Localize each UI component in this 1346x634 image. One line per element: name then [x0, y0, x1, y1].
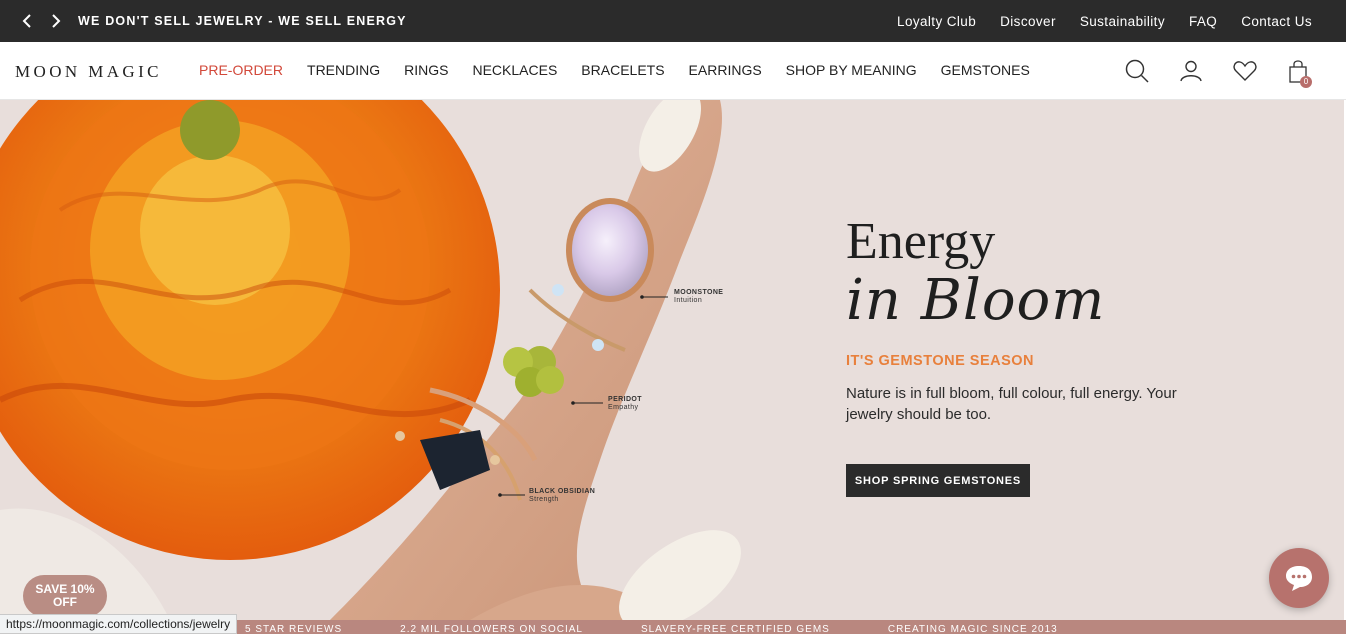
logo[interactable]: MOON MAGIC	[15, 62, 162, 82]
hero-title: Energy	[846, 213, 996, 270]
callout-moonstone-meaning: Intuition	[674, 297, 703, 304]
usp-item: 5 STAR REVIEWS	[245, 624, 343, 634]
top-link-loyalty-club[interactable]: Loyalty Club	[897, 14, 976, 29]
callout-peridot: PERIDOT Empathy	[608, 396, 642, 412]
callout-black-obsidian-stone: BLACK OBSIDIAN	[529, 488, 596, 495]
announcement-text: WE DON'T SELL JEWELRY - WE SELL ENERGY	[78, 14, 407, 28]
nav-item-gemstones[interactable]: GEMSTONES	[941, 62, 1030, 78]
nav-item-rings[interactable]: RINGS	[404, 62, 448, 78]
nav-item-necklaces[interactable]: NECKLACES	[472, 62, 557, 78]
usp-item: CREATING MAGIC SINCE 2013	[887, 624, 1058, 634]
nav-item-bracelets[interactable]: BRACELETS	[581, 62, 664, 78]
usp-item: 2.2 MIL FOLLOWERS ON SOCIAL	[400, 624, 583, 634]
hero-eyebrow: IT'S GEMSTONE SEASON	[846, 352, 1035, 369]
top-link-contact-us[interactable]: Contact Us	[1241, 14, 1312, 29]
main-nav: PRE-ORDER TRENDING RINGS NECKLACES BRACE…	[199, 62, 1030, 78]
nav-item-shop-by-meaning[interactable]: SHOP BY MEANING	[786, 62, 917, 78]
callout-moonstone-stone: MOONSTONE	[674, 289, 724, 296]
usp-item: SLAVERY-FREE CERTIFIED GEMS	[640, 624, 830, 634]
search-icon[interactable]	[1124, 58, 1150, 84]
shop-spring-gemstones-button[interactable]: SHOP SPRING GEMSTONES	[846, 464, 1030, 497]
callout-black-obsidian: BLACK OBSIDIAN Strength	[529, 488, 595, 504]
hero-banner: MOONSTONE Intuition PERIDOT Empathy BLAC…	[0, 100, 1344, 620]
callout-peridot-stone: PERIDOT	[608, 396, 642, 403]
hero-copy: Energy in Bloom IT'S GEMSTONE SEASON Nat…	[846, 213, 1226, 497]
callout-moonstone: MOONSTONE Intuition	[674, 289, 723, 305]
callout-black-obsidian-meaning: Strength	[529, 496, 559, 503]
top-links: Loyalty Club Discover Sustainability FAQ…	[897, 14, 1312, 29]
top-link-discover[interactable]: Discover	[1000, 14, 1056, 29]
cart-bag-icon[interactable]: 0	[1286, 58, 1312, 88]
wishlist-heart-icon[interactable]	[1232, 58, 1258, 84]
account-icon[interactable]	[1178, 58, 1204, 84]
hero-image	[0, 100, 741, 620]
chat-bubble-icon[interactable]	[1269, 548, 1329, 608]
top-link-faq[interactable]: FAQ	[1189, 14, 1217, 29]
nav-item-pre-order[interactable]: PRE-ORDER	[199, 62, 283, 78]
top-link-sustainability[interactable]: Sustainability	[1080, 14, 1165, 29]
nav-item-trending[interactable]: TRENDING	[307, 62, 380, 78]
save-10-off-badge[interactable]: SAVE 10% OFF	[23, 575, 107, 617]
hero-body: Nature is in full bloom, full colour, fu…	[846, 384, 1177, 423]
cart-count-badge: 0	[1300, 76, 1312, 88]
announcement-bar: WE DON'T SELL JEWELRY - WE SELL ENERGY L…	[0, 0, 1346, 42]
usp-items: 5 STAR REVIEWS 2.2 MIL FOLLOWERS ON SOCI…	[245, 624, 1058, 634]
status-url: https://moonmagic.com/collections/jewelr…	[0, 614, 238, 634]
chevron-left-icon[interactable]	[20, 12, 36, 30]
chevron-right-icon[interactable]	[48, 12, 64, 30]
callout-peridot-meaning: Empathy	[608, 404, 639, 411]
nav-item-earrings[interactable]: EARRINGS	[689, 62, 762, 78]
header-icons: 0	[1124, 58, 1312, 88]
hero-script-title: in Bloom	[846, 268, 1106, 333]
site-header: MOON MAGIC PRE-ORDER TRENDING RINGS NECK…	[0, 42, 1346, 100]
